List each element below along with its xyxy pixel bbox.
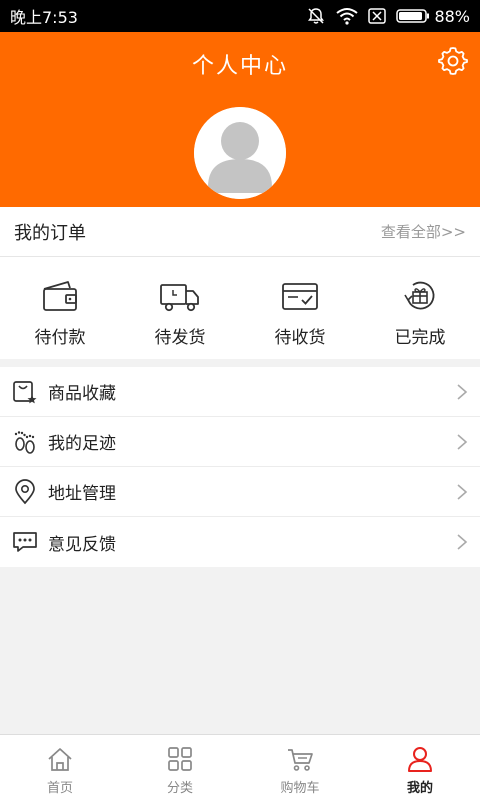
grid-icon	[168, 747, 192, 771]
battery-icon	[396, 9, 430, 23]
chevron-right-icon	[457, 534, 468, 550]
chat-bubble-icon	[13, 532, 37, 552]
order-label: 待付款	[34, 328, 86, 348]
gift-refresh-icon	[404, 281, 435, 310]
profile-menu-list: 商品收藏 我的足迹 地址管理 意见反馈	[0, 367, 480, 567]
menu-item-feedback[interactable]: 意见反馈	[0, 517, 480, 567]
tab-label: 我的	[406, 781, 433, 796]
home-icon	[48, 748, 72, 771]
package-check-icon	[282, 283, 318, 310]
truck-icon	[160, 284, 199, 312]
tab-mine[interactable]: 我的	[360, 735, 480, 800]
status-time: 晚上7:53	[10, 8, 78, 27]
order-status-row: 待付款 待发货 待收货 已完成	[0, 257, 480, 359]
order-label: 待收货	[274, 328, 326, 348]
profile-header: 个人中心	[0, 32, 480, 207]
user-icon	[408, 747, 432, 772]
order-pending-payment[interactable]: 待付款	[0, 257, 120, 359]
cart-icon	[288, 749, 313, 771]
wallet-icon	[43, 281, 77, 311]
avatar[interactable]	[194, 107, 286, 199]
no-sim-icon	[368, 8, 387, 24]
order-completed[interactable]: 已完成	[360, 257, 480, 359]
tab-label: 首页	[46, 781, 73, 796]
order-pending-receipt[interactable]: 待收货	[240, 257, 360, 359]
order-label: 待发货	[154, 328, 206, 348]
battery-indicator: 88%	[396, 7, 470, 26]
chevron-right-icon	[457, 383, 468, 400]
bottom-tab-bar: 首页 分类 购物车 我的	[0, 734, 480, 800]
chevron-right-icon	[457, 483, 468, 500]
favorites-bag-icon	[13, 380, 37, 403]
settings-gear-icon[interactable]	[438, 46, 468, 76]
tab-category[interactable]: 分类	[120, 735, 240, 800]
tab-label: 购物车	[280, 781, 320, 796]
order-pending-shipment[interactable]: 待发货	[120, 257, 240, 359]
my-orders-title: 我的订单	[14, 222, 86, 244]
location-pin-icon	[15, 478, 35, 504]
my-orders-header: 我的订单 查看全部>>	[0, 207, 480, 257]
menu-item-label: 意见反馈	[48, 534, 116, 555]
wifi-icon	[336, 7, 359, 25]
battery-percent: 88%	[434, 6, 470, 26]
menu-item-label: 地址管理	[48, 484, 116, 504]
page-title: 个人中心	[191, 54, 288, 79]
default-user-silhouette-icon	[194, 107, 286, 199]
tab-label: 分类	[166, 781, 193, 796]
view-all-orders-link[interactable]: 查看全部>>	[381, 221, 466, 242]
menu-item-favorites[interactable]: 商品收藏	[0, 367, 480, 417]
menu-item-address[interactable]: 地址管理	[0, 467, 480, 517]
mute-bell-icon	[306, 6, 326, 26]
menu-item-label: 商品收藏	[48, 384, 116, 404]
menu-item-label: 我的足迹	[48, 434, 116, 454]
tab-cart[interactable]: 购物车	[240, 735, 360, 800]
footprints-icon	[14, 430, 35, 454]
tab-home[interactable]: 首页	[0, 735, 120, 800]
menu-item-footprints[interactable]: 我的足迹	[0, 417, 480, 467]
status-bar: 晚上7:53 88%	[0, 0, 480, 32]
chevron-right-icon	[457, 433, 468, 450]
order-label: 已完成	[394, 328, 446, 348]
